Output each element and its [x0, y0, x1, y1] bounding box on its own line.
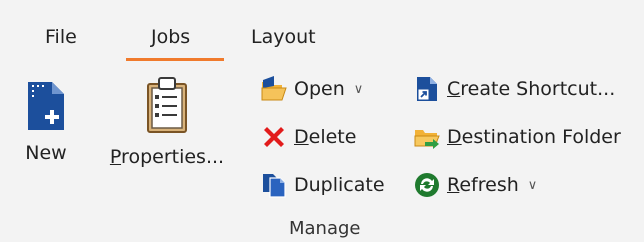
properties-button-label: Properties... [109, 146, 225, 168]
open-button[interactable]: Open ∨ [260, 72, 363, 106]
ribbon: File Jobs Layout New Properties... Open … [0, 0, 644, 242]
chevron-down-icon[interactable]: ∨ [354, 82, 364, 97]
tab-file[interactable]: File [45, 26, 77, 48]
clipboard-icon [144, 76, 190, 138]
delete-button[interactable]: Delete [260, 120, 356, 154]
tab-layout[interactable]: Layout [251, 26, 316, 48]
folder-arrow-icon [413, 123, 441, 151]
new-button[interactable]: New [20, 80, 72, 164]
create-shortcut-button-label: Create Shortcut... [447, 78, 616, 100]
duplicate-button-label: Duplicate [294, 174, 385, 196]
open-button-label: Open [294, 78, 345, 100]
duplicate-button[interactable]: Duplicate [260, 168, 385, 202]
new-button-label: New [25, 142, 67, 164]
active-tab-indicator [126, 58, 224, 61]
new-document-icon [26, 80, 66, 136]
shortcut-icon [413, 75, 441, 103]
group-label-manage: Manage [289, 218, 361, 239]
delete-x-icon [260, 123, 288, 151]
chevron-down-icon[interactable]: ∨ [528, 178, 538, 193]
refresh-icon [413, 171, 441, 199]
tab-jobs[interactable]: Jobs [151, 26, 190, 48]
create-shortcut-button[interactable]: Create Shortcut... [413, 72, 615, 106]
refresh-button-label: Refresh [447, 174, 519, 196]
destination-folder-button-label: Destination Folder [447, 126, 621, 148]
destination-folder-button[interactable]: Destination Folder [413, 120, 621, 154]
duplicate-icon [260, 171, 288, 199]
properties-button[interactable]: Properties... [108, 76, 226, 168]
folder-open-icon [260, 75, 288, 103]
refresh-button[interactable]: Refresh ∨ [413, 168, 537, 202]
delete-button-label: Delete [294, 126, 357, 148]
